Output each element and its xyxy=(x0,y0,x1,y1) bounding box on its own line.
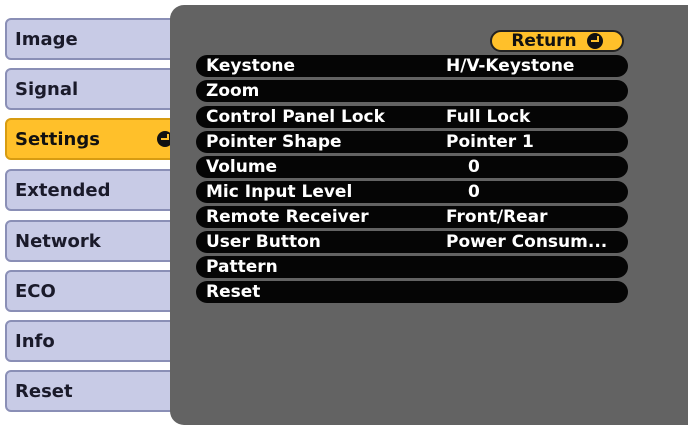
sidebar-item-info[interactable]: Info xyxy=(5,320,177,362)
row-value: Full Lock xyxy=(446,107,531,127)
row-label: Reset xyxy=(206,282,261,302)
row-value: Front/Rear xyxy=(446,207,548,227)
menu-row-user-button[interactable]: User Button Power Consum... xyxy=(196,231,628,253)
sidebar-item-label: Signal xyxy=(15,78,79,100)
sidebar-item-label: ECO xyxy=(15,280,56,302)
row-label: Zoom xyxy=(206,81,260,101)
sidebar-item-label: Image xyxy=(15,28,78,50)
row-label: Mic Input Level xyxy=(206,182,353,202)
sidebar-item-label: Network xyxy=(15,230,101,252)
row-label: Remote Receiver xyxy=(206,207,369,227)
menu-row-mic-input-level[interactable]: Mic Input Level 0 xyxy=(196,181,628,203)
row-value: Pointer 1 xyxy=(446,132,534,152)
menu-row-pattern[interactable]: Pattern xyxy=(196,256,628,278)
menu-row-reset[interactable]: Reset xyxy=(196,281,628,303)
sidebar-item-extended[interactable]: Extended xyxy=(5,169,177,211)
row-label: Pattern xyxy=(206,257,278,277)
sidebar-item-network[interactable]: Network xyxy=(5,220,177,262)
return-label: Return xyxy=(511,31,577,51)
row-value: Power Consum... xyxy=(446,232,608,252)
menu-row-remote-receiver[interactable]: Remote Receiver Front/Rear xyxy=(196,206,628,228)
row-value: 0 xyxy=(468,182,480,202)
enter-icon xyxy=(586,33,603,49)
sidebar-item-label: Reset xyxy=(15,380,73,402)
sidebar-item-label: Info xyxy=(15,330,55,352)
row-label: User Button xyxy=(206,232,321,252)
menu-row-pointer-shape[interactable]: Pointer Shape Pointer 1 xyxy=(196,131,628,153)
menu-row-control-panel-lock[interactable]: Control Panel Lock Full Lock xyxy=(196,106,628,128)
menu-row-zoom[interactable]: Zoom xyxy=(196,80,628,102)
menu-row-volume[interactable]: Volume 0 xyxy=(196,156,628,178)
return-button[interactable]: Return xyxy=(490,30,624,52)
sidebar-item-settings[interactable]: Settings xyxy=(5,118,185,160)
menu-row-keystone[interactable]: Keystone H/V-Keystone xyxy=(196,55,628,77)
row-label: Pointer Shape xyxy=(206,132,342,152)
sidebar-item-image[interactable]: Image xyxy=(5,18,177,60)
sidebar-item-signal[interactable]: Signal xyxy=(5,68,177,110)
row-value: 0 xyxy=(468,157,480,177)
sidebar-item-label: Extended xyxy=(15,179,111,201)
sidebar-item-reset[interactable]: Reset xyxy=(5,370,177,412)
row-label: Volume xyxy=(206,157,278,177)
sidebar-item-eco[interactable]: ECO xyxy=(5,270,177,312)
row-label: Control Panel Lock xyxy=(206,107,385,127)
row-value: H/V-Keystone xyxy=(446,56,575,76)
sidebar-item-label: Settings xyxy=(15,128,100,150)
row-label: Keystone xyxy=(206,56,296,76)
